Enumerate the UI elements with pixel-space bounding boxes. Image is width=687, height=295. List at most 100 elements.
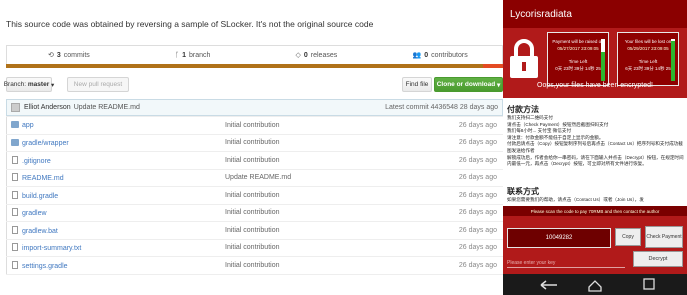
releases-count: 0 <box>303 51 308 59</box>
branches-link[interactable]: ᚴ 1 branch <box>131 46 255 64</box>
clone-label: Clone or download <box>436 81 496 88</box>
file-name-cell[interactable]: README.md <box>6 168 225 187</box>
file-name[interactable]: import-summary.txt <box>22 245 81 252</box>
file-commit-message[interactable]: Initial contribution <box>225 256 405 275</box>
file-commit-message[interactable]: Initial contribution <box>225 186 405 205</box>
file-name-cell[interactable]: app <box>6 116 225 135</box>
table-row[interactable]: gradle/wrapper Initial contribution 26 day… <box>6 133 503 152</box>
branch-label: Branch: <box>3 81 27 88</box>
back-icon[interactable] <box>540 280 557 290</box>
file-commit-message[interactable]: Initial contribution <box>225 221 405 240</box>
file-name[interactable]: .gitignore <box>22 158 51 165</box>
file-name-cell[interactable]: gradlew.bat <box>6 221 225 240</box>
file-commit-message[interactable]: Initial contribution <box>225 116 405 135</box>
file-commit-message[interactable]: Initial contribution <box>225 151 405 170</box>
timer1-progress <box>601 39 605 81</box>
caret-down-icon: ▾ <box>51 81 55 89</box>
android-nav-bar <box>503 274 687 295</box>
table-row[interactable]: settings.gradle Initial contribution 26 da… <box>6 256 503 275</box>
file-name-cell[interactable]: build.gradle <box>6 186 225 205</box>
file-commit-message[interactable]: Initial contribution <box>225 238 405 257</box>
file-icon <box>12 190 18 199</box>
check-payment-button[interactable]: Check Payment <box>645 226 683 248</box>
lost-timer: Your files will be lost on 05/29/2017 23… <box>617 32 679 86</box>
file-age: 26 days ago <box>405 203 503 222</box>
branches-label: branch <box>188 51 211 59</box>
payment-method-text: 我们支持扫二维码支付 请点击（Check Payment）按钮然后截图扫码支付 … <box>507 115 684 167</box>
commits-link[interactable]: ⟲ 3 commits <box>7 46 131 64</box>
timer1-caption: Payment will be raised on <box>552 39 604 44</box>
repo-description: This source code was obtained by reversi… <box>6 19 374 29</box>
file-icon <box>12 155 18 164</box>
file-name-cell[interactable]: gradlew <box>6 203 225 222</box>
table-row[interactable]: gradlew Initial contribution 26 days ago <box>6 203 503 222</box>
file-name[interactable]: README.md <box>22 175 64 182</box>
timer2-progress <box>671 39 675 81</box>
timer1-date: 05/27/2017 23:09:05 <box>557 46 599 51</box>
file-name[interactable]: gradle/wrapper <box>22 140 69 147</box>
clone-download-button[interactable]: Clone or download ▾ <box>434 77 503 92</box>
file-name[interactable]: gradlew.bat <box>22 228 58 235</box>
file-name[interactable]: app <box>22 122 34 129</box>
file-icon <box>12 208 18 217</box>
file-icon <box>12 173 18 182</box>
file-commit-message[interactable]: Initial contribution <box>225 203 405 222</box>
commits-icon: ⟲ <box>47 52 54 59</box>
latest-commit-info[interactable]: Latest commit 4436548 28 days ago <box>385 104 498 111</box>
file-name[interactable]: build.gradle <box>22 193 58 200</box>
find-file-button[interactable]: Find file <box>402 77 432 92</box>
file-age: 26 days ago <box>405 186 503 205</box>
releases-label: releases <box>310 51 338 59</box>
timer2-countdown: 6天 23时 39分 14秒 25 <box>625 66 671 71</box>
file-commit-message[interactable]: Update README.md <box>225 168 405 187</box>
file-icon <box>12 243 18 252</box>
tag-icon: ◇ <box>295 52 301 59</box>
folder-icon <box>11 138 19 146</box>
table-row[interactable]: README.md Update README.md 26 days ago <box>6 168 503 187</box>
releases-link[interactable]: ◇ 0 releases <box>255 46 379 64</box>
repo-toolbar: Branch: master ▾ New pull request Find f… <box>3 77 503 93</box>
ransom-actions: Please scan the code to pay 70RMB and th… <box>503 206 687 295</box>
avatar[interactable] <box>11 103 20 112</box>
timer2-date: 05/29/2017 23:09:05 <box>627 46 669 51</box>
file-name-cell[interactable]: gradle/wrapper <box>6 133 225 152</box>
file-name-cell[interactable]: settings.gradle <box>6 256 225 275</box>
timer1-countdown: 0天 23时 39分 14秒 25 <box>555 66 601 71</box>
file-name[interactable]: settings.gradle <box>22 263 68 270</box>
file-icon <box>12 225 18 234</box>
timer2-caption: Your files will be lost on <box>624 39 672 44</box>
file-age: 26 days ago <box>405 133 503 152</box>
ransom-title: Lycorisradiata <box>503 0 687 28</box>
table-row[interactable]: import-summary.txt Initial contribution 26… <box>6 238 503 257</box>
table-row[interactable]: gradlew.bat Initial contribution 26 days a… <box>6 221 503 240</box>
file-name[interactable]: gradlew <box>22 210 47 217</box>
key-input[interactable]: Please enter your key <box>507 256 625 268</box>
ransomware-screen: Lycorisradiata Payment will be raised on… <box>503 0 687 295</box>
branch-select-button[interactable]: Branch: master ▾ <box>3 77 55 92</box>
file-name-cell[interactable]: import-summary.txt <box>6 238 225 257</box>
file-age: 26 days ago <box>405 256 503 275</box>
commit-message[interactable]: Update README.md <box>74 104 140 111</box>
file-icon <box>12 260 18 269</box>
branch-value: master <box>27 81 50 88</box>
contributors-link[interactable]: 👥 0 contributors <box>378 46 502 64</box>
home-icon[interactable] <box>588 280 602 292</box>
file-name-cell[interactable]: .gitignore <box>6 151 225 170</box>
people-icon: 👥 <box>412 52 422 59</box>
copy-button[interactable]: Copy <box>615 228 641 246</box>
recents-icon[interactable] <box>643 278 655 290</box>
table-row[interactable]: .gitignore Initial contribution 26 days ag… <box>6 151 503 170</box>
contributors-count: 0 <box>424 51 429 59</box>
file-table: app Initial contribution 26 days ago gradle… <box>6 116 503 275</box>
file-commit-message[interactable]: Initial contribution <box>225 133 405 152</box>
table-row[interactable]: app Initial contribution 26 days ago <box>6 116 503 135</box>
serial-number: 10049282 <box>507 228 611 248</box>
language-bar <box>6 64 503 68</box>
decrypt-button[interactable]: Decrypt <box>633 251 683 267</box>
new-pull-request-button[interactable]: New pull request <box>67 77 129 92</box>
commit-author[interactable]: Elliot Anderson <box>24 104 71 111</box>
timer1-left-label: Time Left <box>568 59 588 64</box>
latest-commit-bar: Elliot Anderson Update README.md Latest … <box>6 99 503 116</box>
repo-summary: ⟲ 3 commits ᚴ 1 branch ◇ 0 releases 👥 0 … <box>6 45 503 64</box>
table-row[interactable]: build.gradle Initial contribution 26 days … <box>6 186 503 205</box>
